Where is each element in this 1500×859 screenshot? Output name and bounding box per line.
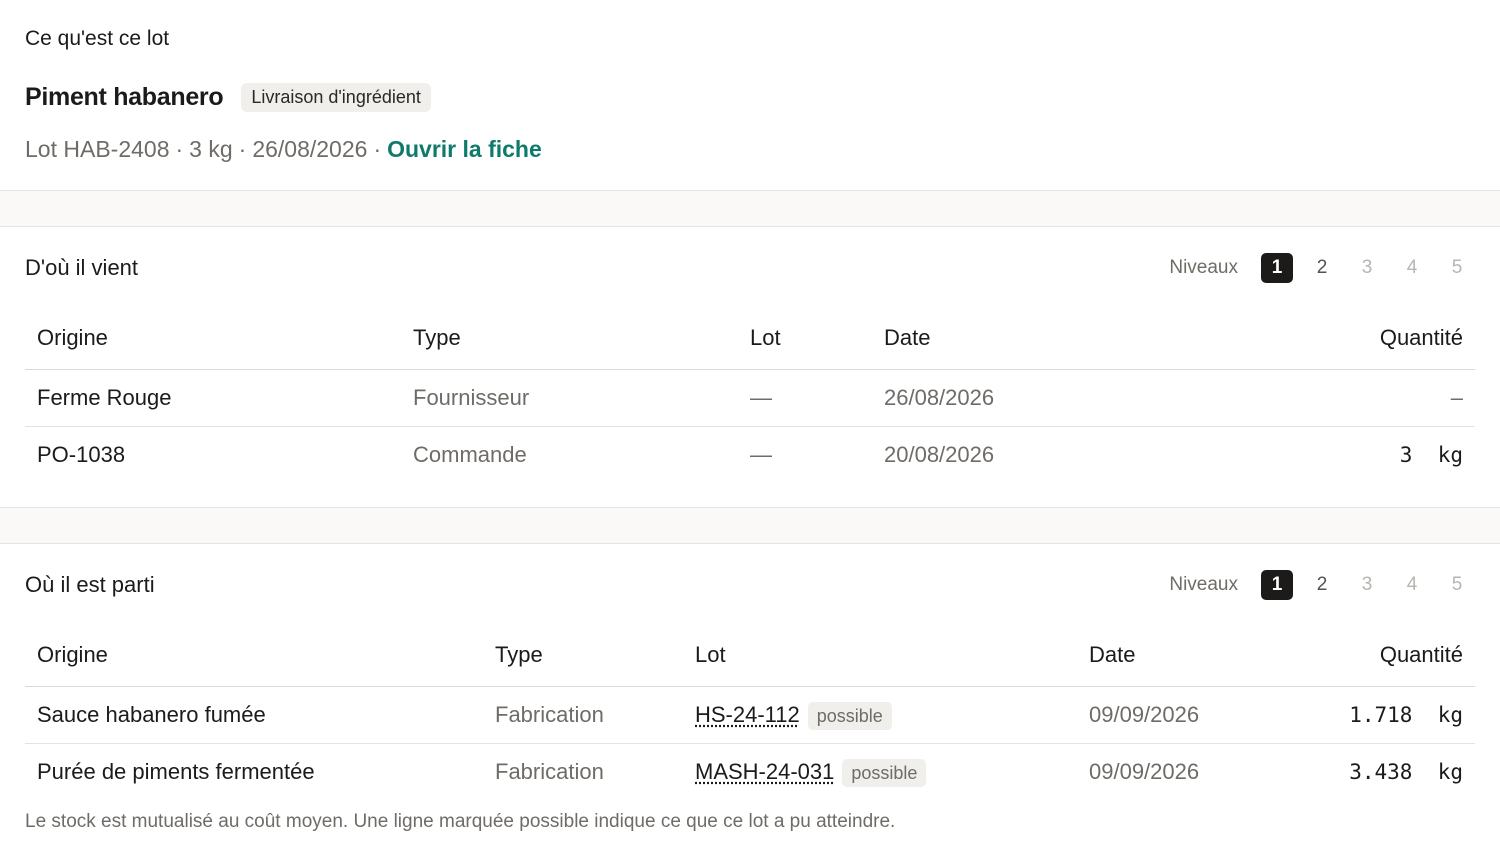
quantity-value: 1.718 kg bbox=[1349, 702, 1463, 727]
lot-meta: Lot HAB-2408 · 3 kg · 26/08/2026 · Ouvrir la f… bbox=[25, 136, 542, 163]
row-quantity: 3 kg bbox=[1232, 425, 1475, 483]
upstream-table: Origine Type Lot Date Quantité Ferme Rou… bbox=[25, 307, 1475, 483]
table-header-row: Origine Type Lot Date Quantité bbox=[25, 307, 1475, 370]
level-5-button: 5 bbox=[1451, 257, 1463, 278]
row-date: 09/09/2026 bbox=[1077, 742, 1307, 800]
row-type: Fabrication bbox=[483, 742, 683, 800]
upstream-section: D'où il vient Niveaux 1 2 3 4 5 Origine … bbox=[0, 226, 1500, 508]
downstream-levels: Niveaux 1 2 3 4 5 bbox=[1169, 570, 1473, 600]
col-type: Type bbox=[401, 307, 738, 370]
possible-badge: possible bbox=[807, 701, 892, 730]
col-lot: Lot bbox=[738, 307, 872, 370]
lot-link[interactable]: MASH-24-031 bbox=[695, 759, 834, 784]
title-row: Piment habanero Livraison d'ingrédient bbox=[25, 83, 431, 112]
row-date: 09/09/2026 bbox=[1089, 701, 1200, 727]
level-3-button: 3 bbox=[1361, 574, 1373, 595]
level-5-button: 5 bbox=[1451, 574, 1463, 595]
row-lot: MASH-24-031 possible bbox=[683, 742, 1077, 800]
level-1-button[interactable]: 1 bbox=[1261, 253, 1293, 283]
row-origin: Sauce habanero fumée bbox=[37, 701, 266, 727]
row-date: 26/08/2026 bbox=[884, 384, 995, 410]
row-origin: PO-1038 bbox=[25, 425, 401, 483]
col-type: Type bbox=[483, 624, 683, 687]
possible-badge: possible bbox=[842, 758, 927, 787]
levels-label: Niveaux bbox=[1169, 257, 1238, 278]
lot-number: Lot HAB-2408 bbox=[25, 136, 170, 162]
table-header-row: Origine Type Lot Date Quantité bbox=[25, 624, 1475, 687]
row-quantity: 3.438 kg bbox=[1307, 742, 1475, 800]
page-title: Piment habanero bbox=[25, 83, 224, 111]
quantity-value: 3.438 kg bbox=[1349, 759, 1463, 784]
meta-separator: · bbox=[373, 136, 382, 162]
downstream-table: Origine Type Lot Date Quantité Sauce hab… bbox=[25, 624, 1475, 800]
row-quantity: – bbox=[1450, 384, 1463, 410]
row-lot: — bbox=[738, 425, 872, 483]
row-lot: — bbox=[750, 384, 772, 410]
row-type: Commande bbox=[401, 425, 738, 483]
col-date: Date bbox=[1077, 624, 1307, 687]
section-spacer bbox=[0, 508, 1500, 543]
level-1-button[interactable]: 1 bbox=[1261, 570, 1293, 600]
quantity-value: 3 kg bbox=[1399, 442, 1463, 467]
col-origin: Origine bbox=[25, 624, 483, 687]
table-row[interactable]: PO-1038 Commande — 20/08/2026 3 kg bbox=[25, 425, 1475, 483]
table-row[interactable]: Purée de piments fermentée Fabrication M… bbox=[25, 742, 1475, 800]
meta-separator: · bbox=[238, 136, 247, 162]
lot-summary-header: Ce qu'est ce lot Piment habanero Livrais… bbox=[0, 0, 1500, 191]
col-date: Date bbox=[872, 307, 1232, 370]
lot-link[interactable]: HS-24-112 bbox=[695, 702, 800, 727]
row-origin: Purée de piments fermentée bbox=[25, 742, 483, 800]
lot-type-chip: Livraison d'ingrédient bbox=[241, 83, 431, 112]
table-row[interactable]: Sauce habanero fumée Fabrication HS-24-1… bbox=[25, 686, 1475, 743]
lot-date: 26/08/2026 bbox=[252, 136, 368, 162]
level-4-button: 4 bbox=[1406, 574, 1418, 595]
meta-separator: · bbox=[175, 136, 184, 162]
downstream-title: Où il est parti bbox=[25, 572, 155, 597]
level-3-button: 3 bbox=[1361, 257, 1373, 278]
footnote: Le stock est mutualisé au coût moyen. Un… bbox=[25, 811, 896, 832]
upstream-title: D'où il vient bbox=[25, 255, 139, 280]
upstream-levels: Niveaux 1 2 3 4 5 bbox=[1169, 253, 1473, 283]
row-lot: HS-24-112 possible bbox=[683, 686, 1077, 743]
row-type: Fournisseur bbox=[413, 384, 530, 410]
col-origin: Origine bbox=[25, 307, 401, 370]
row-date: 20/08/2026 bbox=[872, 425, 1232, 483]
level-2-button[interactable]: 2 bbox=[1306, 253, 1338, 283]
col-lot: Lot bbox=[683, 624, 1077, 687]
section-spacer bbox=[0, 191, 1500, 226]
open-record-link[interactable]: Ouvrir la fiche bbox=[387, 136, 542, 162]
row-type: Fabrication bbox=[495, 701, 604, 727]
level-2-button[interactable]: 2 bbox=[1306, 570, 1338, 600]
level-4-button: 4 bbox=[1406, 257, 1418, 278]
row-quantity: 1.718 kg bbox=[1307, 686, 1475, 743]
levels-label: Niveaux bbox=[1169, 574, 1238, 595]
col-quantity: Quantité bbox=[1232, 307, 1475, 370]
table-row[interactable]: Ferme Rouge Fournisseur — 26/08/2026 – bbox=[25, 369, 1475, 426]
lot-quantity: 3 kg bbox=[189, 136, 233, 162]
col-quantity: Quantité bbox=[1307, 624, 1475, 687]
section-eyebrow: Ce qu'est ce lot bbox=[25, 27, 170, 50]
row-origin: Ferme Rouge bbox=[37, 384, 172, 410]
